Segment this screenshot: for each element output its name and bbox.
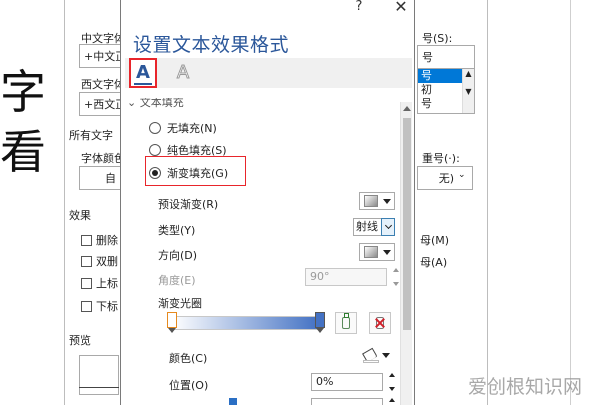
remove-stop-button[interactable]	[369, 312, 391, 334]
preview-baseline	[79, 387, 119, 388]
size-input[interactable]: 号	[417, 45, 475, 69]
small-caps-label: 母(M)	[420, 234, 450, 247]
slider-thumb[interactable]	[229, 398, 237, 405]
remove-gradient-stop-icon	[376, 317, 384, 329]
chevron-down-icon	[382, 352, 390, 358]
subscript-checkbox[interactable]: 下标	[81, 298, 118, 314]
document-page-left: 字看	[0, 0, 66, 405]
effects-label: 效果	[69, 209, 91, 222]
preview-label: 预览	[69, 334, 91, 347]
type-label: 类型(Y)	[158, 224, 196, 237]
size-label: 号(S):	[422, 32, 453, 45]
all-caps-label: 母(A)	[420, 256, 448, 269]
color-label: 颜色(C)	[169, 352, 208, 365]
format-text-effects-pane: ? ✕ 设置文本效果格式 A A ⌄ 文本填充 无填充(N) 纯色填充(S) 渐…	[120, 0, 415, 405]
gradient-stops-label: 渐变光圈	[158, 297, 202, 310]
gradient-swatch-icon	[364, 195, 378, 207]
add-stop-button[interactable]	[335, 312, 357, 334]
pane-body: ⌄ 文本填充 无填充(N) 纯色填充(S) 渐变填充(G) 预设渐变(R) 类型…	[125, 98, 412, 405]
size-list-scrollbar[interactable]: ▲ ▼	[462, 69, 474, 113]
western-font-select[interactable]: +西文正	[79, 92, 121, 116]
preset-gradient-label: 预设渐变(R)	[158, 198, 219, 211]
watermark-text: 爱创根知识网	[468, 376, 583, 398]
size-list[interactable]: 号 初 号 ▲ ▼	[417, 68, 475, 114]
superscript-checkbox[interactable]: 上标	[81, 275, 118, 291]
gradient-stop-handle[interactable]	[167, 312, 177, 334]
strikethrough-checkbox[interactable]: 删除	[81, 232, 118, 248]
document-text: 字看	[0, 65, 46, 179]
angle-label: 角度(E)	[158, 274, 196, 287]
position-label: 位置(O)	[169, 379, 209, 392]
double-strikethrough-checkbox[interactable]: 双删	[81, 253, 118, 269]
western-font-label: 西文字体	[81, 78, 125, 91]
chevron-down-icon	[383, 198, 391, 204]
next-spinner[interactable]	[387, 398, 397, 405]
emphasis-label: 重号(·):	[422, 152, 460, 165]
no-fill-radio[interactable]: 无填充(N)	[149, 120, 217, 136]
tab-text-fill-outline[interactable]: A	[129, 58, 157, 88]
angle-input[interactable]: 90°	[305, 268, 387, 286]
pane-titlebar: ? ✕	[121, 0, 414, 22]
close-button[interactable]: ✕	[391, 0, 411, 16]
scroll-thumb[interactable]	[403, 118, 411, 330]
add-gradient-stop-icon	[342, 313, 350, 329]
preset-gradient-dropdown[interactable]	[359, 192, 395, 210]
preview-box	[79, 355, 119, 395]
pane-scrollbar[interactable]	[400, 102, 412, 405]
all-text-label: 所有文字	[69, 129, 113, 142]
document-page-right	[488, 0, 600, 405]
chinese-font-select[interactable]: +中文正	[79, 44, 121, 68]
position-input[interactable]: 0%	[311, 373, 383, 391]
text-fill-outline-icon: A	[134, 62, 152, 85]
chevron-down-icon[interactable]	[381, 218, 395, 236]
tab-text-effects[interactable]: A	[169, 58, 197, 88]
tab-strip: A A	[125, 58, 412, 88]
chevron-down-icon[interactable]: ⌄	[458, 170, 466, 180]
type-dropdown[interactable]: 射线	[353, 218, 395, 236]
page-edge	[570, 0, 571, 405]
section-header-text-fill[interactable]: ⌄ 文本填充	[127, 98, 184, 110]
type-value: 射线	[353, 218, 381, 236]
help-button[interactable]: ?	[349, 0, 369, 16]
pane-title: 设置文本效果格式	[133, 34, 290, 56]
current-color-bar	[363, 360, 379, 363]
position-spinner[interactable]	[387, 373, 397, 391]
direction-label: 方向(D)	[158, 249, 198, 262]
gradient-stop-handle[interactable]	[315, 312, 325, 334]
color-dropdown[interactable]	[361, 346, 395, 364]
chevron-down-icon	[383, 249, 391, 255]
font-color-select[interactable]: 自	[79, 166, 121, 190]
direction-swatch-icon	[364, 246, 378, 258]
font-color-label: 字体颜色	[81, 152, 125, 165]
direction-dropdown[interactable]	[359, 243, 395, 261]
scroll-up-icon[interactable]	[403, 106, 411, 111]
next-field[interactable]	[311, 398, 383, 405]
highlight-box	[145, 156, 246, 186]
gradient-stops-bar[interactable]	[171, 316, 319, 330]
text-effects-icon: A	[176, 62, 190, 83]
